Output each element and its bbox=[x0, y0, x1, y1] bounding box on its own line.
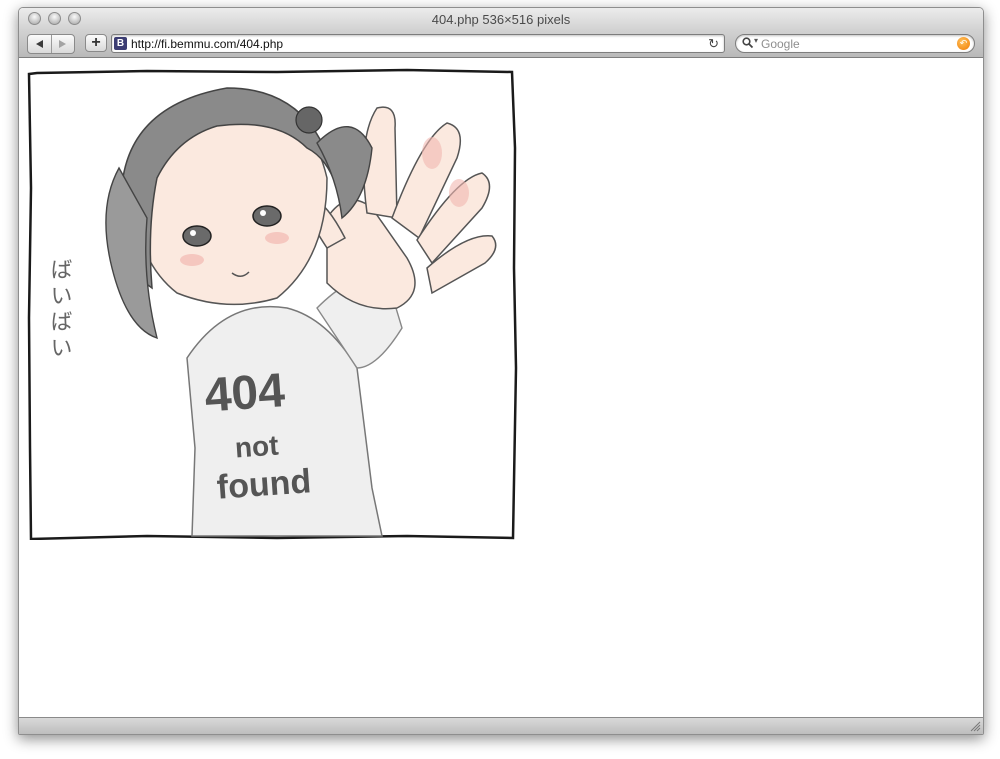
address-bar[interactable]: B http://fi.bemmu.com/404.php ↻ bbox=[111, 34, 725, 53]
title-bar: 404.php 536×516 pixels bbox=[19, 8, 983, 30]
window-title: 404.php 536×516 pixels bbox=[431, 12, 571, 27]
snapback-icon[interactable]: ↶ bbox=[957, 37, 970, 50]
status-bar bbox=[19, 717, 983, 734]
search-dropdown-icon[interactable]: ▾ bbox=[754, 36, 758, 45]
shirt-text-not: not bbox=[234, 430, 280, 464]
site-favicon-icon: B bbox=[114, 37, 127, 50]
shirt-text-404: 404 bbox=[203, 364, 287, 422]
browser-window: 404.php 536×516 pixels + B http://fi.bem… bbox=[18, 7, 984, 735]
add-bookmark-icon: + bbox=[91, 34, 101, 51]
page-content: 404 not found ばいばい bbox=[19, 58, 983, 718]
url-text[interactable]: http://fi.bemmu.com/404.php bbox=[131, 37, 283, 51]
resize-grip-icon[interactable] bbox=[970, 721, 981, 732]
back-button[interactable] bbox=[28, 35, 51, 53]
toolbar: + B http://fi.bemmu.com/404.php ↻ ▾ Goog… bbox=[19, 30, 983, 58]
forward-icon bbox=[59, 40, 67, 48]
add-bookmark-button[interactable]: + bbox=[85, 34, 107, 52]
reload-icon[interactable]: ↻ bbox=[708, 36, 719, 52]
search-field[interactable]: ▾ Google ↶ bbox=[735, 34, 975, 53]
hair-tie-bead bbox=[295, 106, 323, 134]
back-icon bbox=[35, 40, 43, 48]
side-text-baibai: ばいばい bbox=[47, 258, 72, 362]
search-icon[interactable] bbox=[742, 37, 754, 49]
search-placeholder: Google bbox=[761, 37, 800, 51]
nav-buttons bbox=[27, 34, 75, 54]
shirt-text-found: found bbox=[216, 462, 313, 506]
forward-button[interactable] bbox=[50, 35, 75, 53]
404-illustration: 404 not found ばいばい bbox=[27, 68, 518, 540]
